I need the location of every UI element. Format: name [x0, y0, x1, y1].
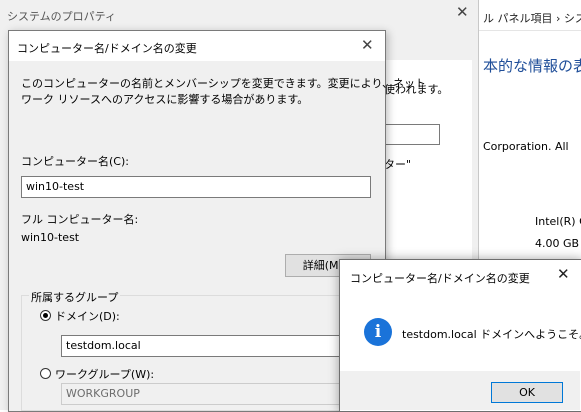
window-title: システムのプロパティ: [7, 10, 117, 23]
group-label: 所属するグループ: [29, 289, 121, 305]
welcome-message: testdom.local ドメインへようこそ。: [402, 328, 581, 341]
close-icon[interactable]: ✕: [557, 265, 570, 283]
close-icon[interactable]: ✕: [456, 3, 469, 21]
dialog-footer: OK: [340, 371, 580, 410]
dialog-title: コンピューター名/ドメイン名の変更: [350, 272, 530, 285]
workgroup-radio[interactable]: [40, 368, 51, 379]
computer-name-value: win10-test: [26, 180, 85, 193]
domain-input[interactable]: testdom.local: [61, 335, 355, 357]
domain-radio[interactable]: [40, 310, 51, 321]
dialog-title: コンピューター名/ドメイン名の変更: [17, 42, 197, 55]
rename-dialog: コンピューター名/ドメイン名の変更 ✕ このコンピューターの名前とメンバーシップ…: [8, 30, 426, 412]
full-name-label: フル コンピューター名:: [21, 213, 139, 226]
ok-button[interactable]: OK: [491, 382, 563, 403]
description-line: ワーク リソースへのアクセスに影響する場合があります。: [21, 93, 309, 106]
close-icon[interactable]: ✕: [361, 36, 374, 54]
domain-value: testdom.local: [66, 339, 141, 352]
workgroup-value: WORKGROUP: [66, 387, 140, 400]
computer-name-input[interactable]: win10-test: [21, 176, 371, 198]
welcome-dialog: コンピューター名/ドメイン名の変更 ✕ i testdom.local ドメイン…: [339, 259, 581, 412]
description-line: このコンピューターの名前とメンバーシップを変更できます。変更により、ネット: [21, 77, 427, 90]
workgroup-label[interactable]: ワークグループ(W):: [55, 366, 154, 382]
divider: [479, 30, 581, 31]
page-title: 本的な情報の表示: [483, 57, 581, 75]
processor-value: Intel(R) C: [535, 215, 581, 228]
description-input[interactable]: [384, 124, 440, 145]
workgroup-input[interactable]: WORKGROUP: [61, 383, 355, 405]
dialog-titlebar: コンピューター名/ドメイン名の変更 ✕: [9, 31, 385, 61]
full-name-value: win10-test: [21, 231, 80, 244]
computer-name-label: コンピューター名(C):: [21, 155, 129, 168]
breadcrumb[interactable]: ル パネル項目 › シス: [483, 10, 581, 26]
info-icon: i: [364, 318, 392, 346]
ram-value: 4.00 GB: [535, 237, 580, 250]
copyright-text: Corporation. All: [483, 140, 569, 153]
domain-label[interactable]: ドメイン(D):: [55, 308, 120, 324]
partial-text: ター": [384, 158, 412, 171]
